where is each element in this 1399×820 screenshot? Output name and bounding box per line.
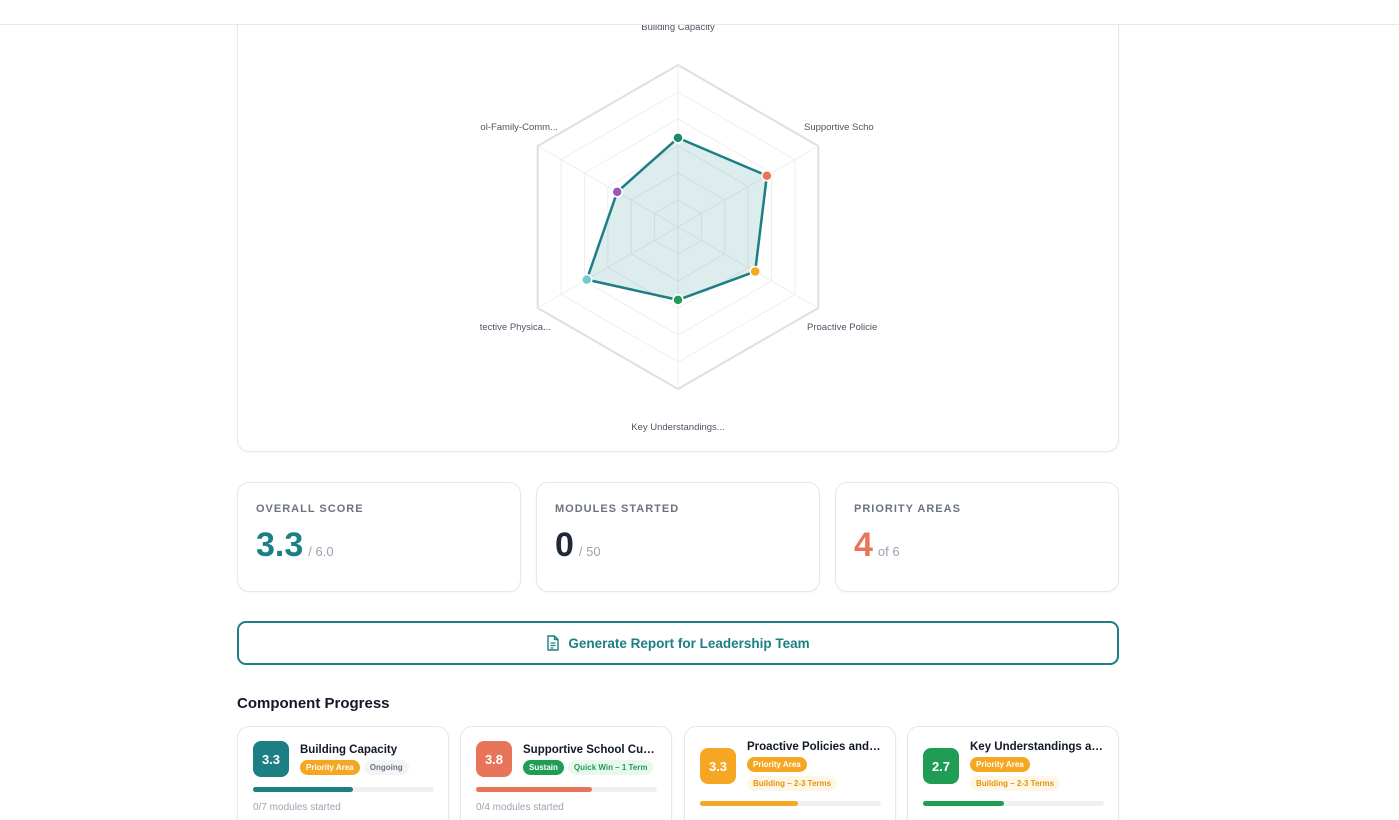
component-title: Building Capacity bbox=[300, 743, 398, 756]
radar-axis-label: Supportive Scho bbox=[804, 122, 874, 133]
radar-axis-label: Key Understandings... bbox=[631, 422, 724, 433]
component-score: 3.3 bbox=[700, 748, 736, 784]
priority-areas-card: PRIORITY AREAS 4 of 6 bbox=[835, 482, 1119, 592]
overall-score-max: / 6.0 bbox=[308, 544, 334, 559]
generate-report-label: Generate Report for Leadership Team bbox=[568, 635, 810, 651]
radar-point[interactable] bbox=[672, 132, 684, 144]
radar-axis-label: tective Physica... bbox=[480, 322, 551, 333]
component-title: Key Understandings an... bbox=[970, 741, 1103, 753]
radar-axis-label: ol-Family-Comm... bbox=[480, 122, 558, 133]
modules-started-card: MODULES STARTED 0 / 50 bbox=[536, 482, 820, 592]
component-card[interactable]: 3.3 Building Capacity Priority Area Ongoi… bbox=[237, 726, 449, 820]
component-title: Proactive Policies and ... bbox=[747, 741, 880, 753]
component-progress-fill bbox=[700, 801, 798, 806]
component-score: 3.3 bbox=[253, 741, 289, 777]
radar-chart: Building CapacitySupportive SchoProactiv… bbox=[480, 22, 878, 433]
component-progress-bar bbox=[253, 787, 434, 792]
priority-areas-value: 4 bbox=[854, 526, 873, 564]
overall-score-value: 3.3 bbox=[256, 526, 304, 564]
priority-areas-total: of 6 bbox=[877, 544, 900, 559]
component-progress-fill bbox=[923, 801, 1005, 806]
component-score: 2.7 bbox=[923, 748, 959, 784]
component-progress-title: Component Progress bbox=[237, 695, 390, 712]
stat-label: MODULES STARTED bbox=[555, 503, 680, 515]
radar-point[interactable] bbox=[581, 273, 593, 286]
component-progress-bar bbox=[700, 801, 881, 806]
sustain-badge: Sustain bbox=[523, 759, 564, 775]
priority-badge: Priority Area bbox=[747, 757, 807, 772]
radar-point[interactable] bbox=[749, 265, 761, 278]
radar-axis-label: Proactive Policie bbox=[807, 322, 877, 333]
modules-started-text: 0/4 modules started bbox=[476, 802, 564, 813]
component-progress-fill bbox=[476, 787, 592, 792]
component-score: 3.8 bbox=[476, 741, 512, 777]
component-card[interactable]: 2.7 Key Understandings an... Priority Ar… bbox=[907, 726, 1119, 820]
stat-label: OVERALL SCORE bbox=[256, 503, 364, 515]
radar-point[interactable] bbox=[761, 169, 773, 182]
radar-point[interactable] bbox=[611, 186, 623, 198]
component-title: Supportive School Cult... bbox=[523, 743, 656, 756]
component-progress-fill bbox=[253, 787, 353, 792]
priority-badge: Priority Area bbox=[300, 759, 360, 775]
document-icon bbox=[547, 635, 560, 651]
modules-started-value: 0 bbox=[555, 526, 574, 564]
ongoing-badge: Ongoing bbox=[363, 759, 409, 775]
quickwin-badge: Quick Win – 1 Term bbox=[567, 759, 654, 775]
modules-started-text: 0/7 modules started bbox=[253, 802, 341, 813]
radar-point[interactable] bbox=[672, 294, 684, 306]
radar-series-area bbox=[585, 136, 769, 302]
priority-badge: Priority Area bbox=[970, 757, 1030, 772]
component-progress-bar bbox=[923, 801, 1104, 806]
stat-label: PRIORITY AREAS bbox=[854, 503, 961, 515]
top-bar bbox=[0, 0, 1399, 25]
generate-report-button[interactable]: Generate Report for Leadership Team bbox=[237, 621, 1119, 665]
component-progress-bar bbox=[476, 787, 657, 792]
building-badge: Building – 2-3 Terms bbox=[747, 776, 838, 791]
component-card[interactable]: 3.8 Supportive School Cult... Sustain Qui… bbox=[460, 726, 672, 820]
component-card[interactable]: 3.3 Proactive Policies and ... Priority … bbox=[684, 726, 896, 820]
building-badge: Building – 2-3 Terms bbox=[970, 776, 1061, 791]
overall-score-card: OVERALL SCORE 3.3 / 6.0 bbox=[237, 482, 521, 592]
modules-total: / 50 bbox=[578, 544, 601, 559]
